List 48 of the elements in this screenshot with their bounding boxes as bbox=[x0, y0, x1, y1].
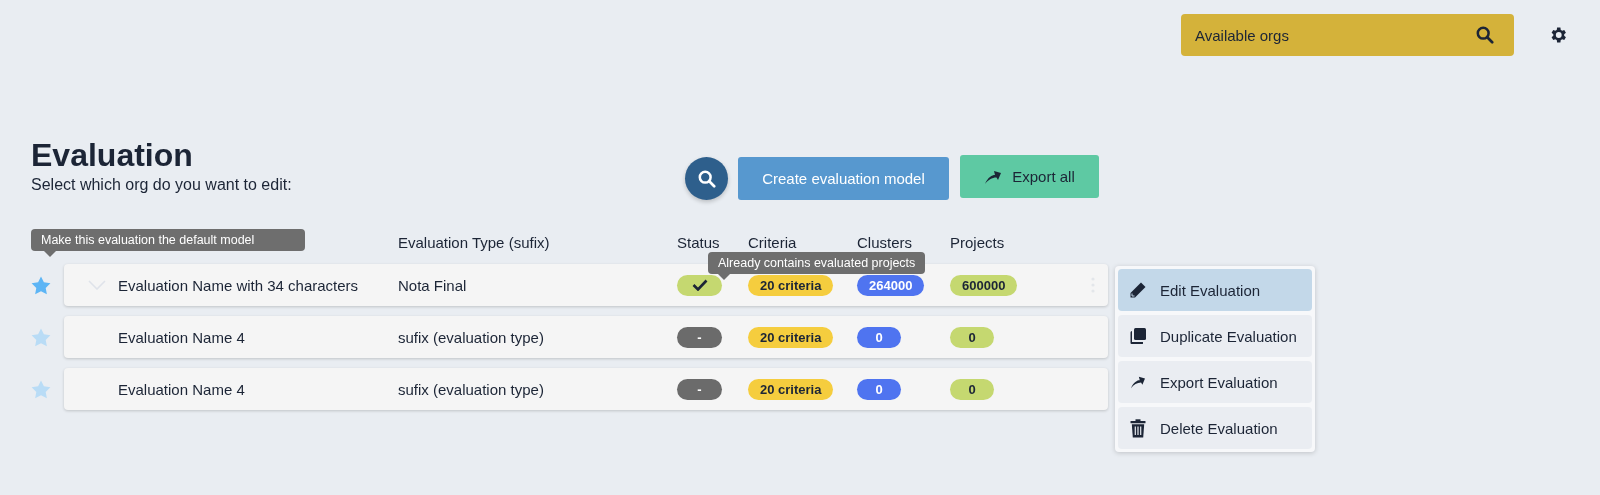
arrow-icon bbox=[1130, 375, 1146, 389]
criteria-badge: 20 criteria bbox=[748, 378, 834, 400]
page-title: Evaluation bbox=[31, 136, 194, 174]
column-header: Clusters bbox=[857, 234, 913, 251]
search-icon bbox=[697, 169, 716, 188]
tooltip-pointer-icon bbox=[44, 251, 56, 257]
criteria-badge: 20 criteria bbox=[748, 326, 834, 348]
star-icon[interactable] bbox=[31, 275, 51, 295]
tooltip-pointer-icon bbox=[718, 274, 730, 280]
menu-item[interactable]: Export Evaluation bbox=[1118, 361, 1312, 403]
search-button[interactable] bbox=[685, 157, 728, 200]
column-header: Projects bbox=[950, 234, 1006, 251]
evaluation-row[interactable]: Evaluation Name 4 sufix (evaluation type) - 20 criteria 0 0 bbox=[64, 368, 1108, 410]
org-search-field[interactable]: Available orgs bbox=[1181, 14, 1514, 56]
search-icon bbox=[1476, 26, 1494, 44]
evaluation-row[interactable]: Evaluation Name 4 sufix (evaluation type) - 20 criteria 0 0 bbox=[64, 316, 1108, 358]
criteria-badge: 20 criteria bbox=[748, 274, 834, 296]
pencil-icon bbox=[1129, 281, 1147, 299]
star-icon[interactable] bbox=[31, 379, 51, 399]
column-header: Evaluation Type (sufix) bbox=[398, 234, 551, 251]
star-icon[interactable] bbox=[31, 327, 51, 347]
projects-badge: 600000 bbox=[950, 274, 1018, 296]
arrow-icon bbox=[984, 168, 1003, 185]
column-header: Status bbox=[677, 234, 721, 251]
status-badge: - bbox=[677, 326, 722, 348]
menu-item[interactable]: Duplicate Evaluation bbox=[1118, 315, 1312, 357]
evaluation-type: Nota Final bbox=[398, 276, 468, 294]
status-badge: - bbox=[677, 378, 722, 400]
export-all-button[interactable]: Export all bbox=[960, 155, 1099, 198]
trash-icon bbox=[1130, 418, 1146, 438]
page-subtitle: Select which org do you want to edit: bbox=[31, 176, 293, 194]
menu-item[interactable]: Edit Evaluation bbox=[1118, 269, 1312, 311]
tooltip: Already contains evaluated projects bbox=[708, 252, 926, 280]
tooltip: Make this evaluation the default model bbox=[31, 229, 305, 257]
evaluation-type: sufix (evaluation type) bbox=[398, 328, 545, 346]
projects-badge: 0 bbox=[950, 326, 994, 348]
check-icon bbox=[691, 279, 708, 291]
evaluation-name: Evaluation Name with 34 characters bbox=[118, 276, 360, 294]
projects-badge: 0 bbox=[950, 378, 994, 400]
evaluation-name: Evaluation Name 4 bbox=[118, 328, 246, 346]
evaluation-name: Evaluation Name 4 bbox=[118, 380, 246, 398]
evaluation-type: sufix (evaluation type) bbox=[398, 380, 545, 398]
column-header: Criteria bbox=[748, 234, 798, 251]
clusters-badge: 0 bbox=[857, 326, 901, 348]
clusters-badge: 0 bbox=[857, 378, 901, 400]
menu-item[interactable]: Delete Evaluation bbox=[1118, 407, 1312, 449]
copy-icon bbox=[1129, 327, 1147, 345]
clusters-badge: 264000 bbox=[857, 274, 925, 296]
